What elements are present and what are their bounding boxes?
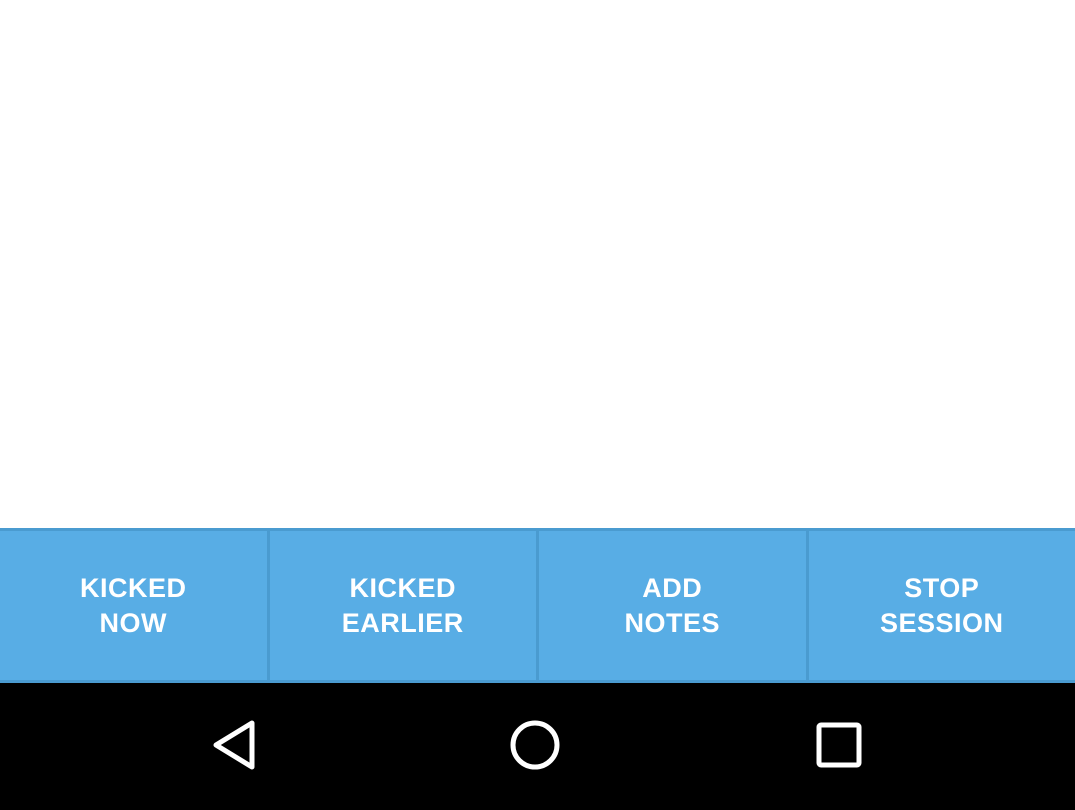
back-button[interactable] [189,705,279,785]
action-bar: KICKED NOW KICKED EARLIER ADD NOTES STOP… [0,528,1075,683]
stop-session-button[interactable]: STOP SESSION [805,531,1075,680]
stop-session-label-line2: SESSION [879,607,1004,638]
kicked-now-label-line2: NOW [99,607,167,638]
kicked-now-label-line1: KICKED [79,572,187,603]
content-area [0,0,1075,528]
back-icon [213,720,255,770]
recents-icon [816,722,862,768]
home-button[interactable] [490,705,580,785]
kicked-earlier-button[interactable]: KICKED EARLIER [266,531,537,680]
kicked-now-button[interactable]: KICKED NOW [0,531,267,680]
kicked-earlier-label-line1: KICKED [349,572,456,603]
add-notes-label-line2: NOTES [624,607,720,638]
recents-button[interactable] [794,705,884,785]
stop-session-label-line1: STOP [904,572,980,603]
home-icon [510,720,560,770]
app-screen: KICKED NOW KICKED EARLIER ADD NOTES STOP… [0,0,1075,810]
add-notes-label-line1: ADD [642,572,703,603]
system-nav-bar [0,683,1075,810]
add-notes-button[interactable]: ADD NOTES [536,531,806,680]
kicked-earlier-label-line2: EARLIER [341,607,464,638]
